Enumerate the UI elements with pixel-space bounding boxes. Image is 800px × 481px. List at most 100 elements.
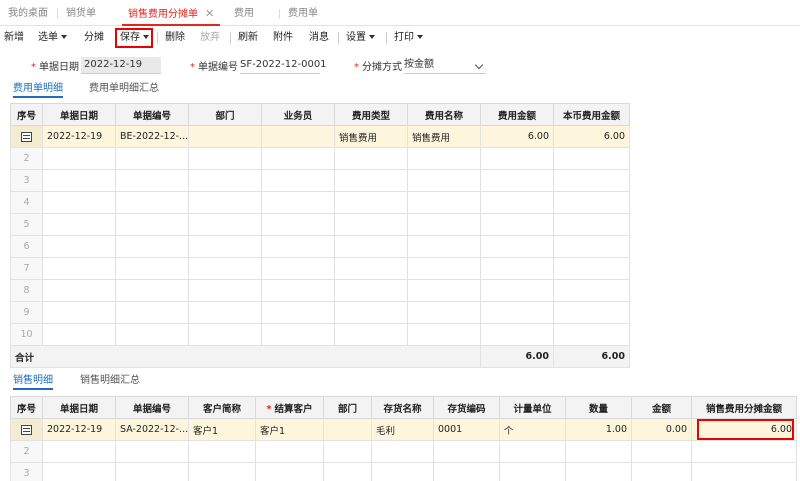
column-header[interactable]: 单据编号 (115, 396, 189, 419)
table-cell[interactable] (553, 257, 630, 280)
table-cell[interactable]: 0.00 (631, 418, 692, 441)
table-cell[interactable] (407, 169, 481, 192)
settings-button[interactable]: 设置 (346, 26, 375, 50)
table-cell[interactable] (407, 323, 481, 346)
table-cell[interactable] (553, 191, 630, 214)
table-cell[interactable] (433, 462, 500, 481)
table-cell[interactable]: 客户1 (255, 418, 324, 441)
table-cell[interactable] (188, 147, 262, 170)
table-cell[interactable] (255, 462, 324, 481)
table-cell[interactable] (631, 440, 692, 463)
table-cell[interactable] (480, 235, 554, 258)
table-cell[interactable] (334, 191, 408, 214)
table-cell[interactable]: 6.00 (480, 125, 554, 148)
table-row[interactable]: 2 (10, 440, 797, 463)
table-cell[interactable] (631, 462, 692, 481)
table-cell[interactable] (407, 235, 481, 258)
table-cell[interactable] (115, 440, 189, 463)
column-header[interactable]: 费用名称 (407, 103, 481, 126)
table-cell[interactable] (115, 235, 189, 258)
table-cell[interactable] (407, 191, 481, 214)
table-row[interactable]: 9 (10, 301, 630, 324)
table-cell[interactable] (407, 279, 481, 302)
table-cell[interactable] (115, 323, 189, 346)
table-cell[interactable]: 销售费用 (334, 125, 408, 148)
table-cell[interactable] (553, 169, 630, 192)
table-cell[interactable] (499, 440, 566, 463)
tab-expense-bill[interactable]: 费用单 (279, 0, 318, 26)
table-cell[interactable] (115, 301, 189, 324)
table-cell[interactable] (255, 440, 324, 463)
table-cell[interactable] (433, 440, 500, 463)
column-header[interactable]: 本币费用金额 (553, 103, 630, 126)
table-row[interactable]: 4 (10, 191, 630, 214)
table-cell[interactable] (261, 169, 335, 192)
table-cell[interactable] (334, 279, 408, 302)
table-cell[interactable] (42, 440, 116, 463)
table-cell[interactable] (188, 125, 262, 148)
table-cell[interactable] (42, 323, 116, 346)
allocation-method-select[interactable]: 按金额 (404, 57, 486, 73)
table-cell[interactable] (115, 257, 189, 280)
column-header[interactable]: 销售费用分摊金额 (691, 396, 797, 419)
table-cell[interactable] (407, 147, 481, 170)
delete-button[interactable]: 删除 (165, 26, 185, 50)
table-cell[interactable]: 6.00 (553, 125, 630, 148)
table-cell[interactable]: BE-2022-12-... (115, 125, 189, 148)
table-cell[interactable]: 1.00 (565, 418, 632, 441)
table-cell[interactable] (261, 257, 335, 280)
table-cell[interactable] (261, 301, 335, 324)
allocate-button[interactable]: 分摊 (84, 26, 104, 50)
table-cell[interactable] (334, 301, 408, 324)
table-cell[interactable] (371, 440, 434, 463)
table-cell[interactable] (323, 440, 372, 463)
tab-my-desktop[interactable]: 我的桌面 (8, 0, 48, 26)
table-cell[interactable] (42, 235, 116, 258)
select-bill-button[interactable]: 选单 (38, 26, 67, 50)
table-cell[interactable] (188, 213, 262, 236)
table-cell[interactable] (565, 440, 632, 463)
close-icon[interactable]: ✕ (205, 7, 214, 20)
table-cell[interactable] (42, 213, 116, 236)
table-cell[interactable] (323, 462, 372, 481)
table-row[interactable]: 5 (10, 213, 630, 236)
table-cell[interactable] (261, 213, 335, 236)
table-cell[interactable] (115, 462, 189, 481)
table-cell[interactable]: 2022-12-19 (42, 125, 116, 148)
table-cell[interactable] (115, 191, 189, 214)
table-cell[interactable] (42, 257, 116, 280)
table-cell[interactable] (407, 257, 481, 280)
table-cell[interactable] (42, 279, 116, 302)
table-cell[interactable] (188, 257, 262, 280)
table-cell[interactable] (553, 279, 630, 302)
table-cell[interactable] (188, 169, 262, 192)
table-cell[interactable] (480, 323, 554, 346)
table-cell[interactable] (407, 301, 481, 324)
table-cell[interactable]: 个 (499, 418, 566, 441)
table-cell[interactable] (480, 191, 554, 214)
column-header[interactable]: 数量 (565, 396, 632, 419)
message-button[interactable]: 消息 (309, 26, 329, 50)
table-cell[interactable] (407, 213, 481, 236)
table-cell[interactable] (499, 462, 566, 481)
table-cell[interactable] (480, 213, 554, 236)
table-cell[interactable] (188, 235, 262, 258)
table-cell[interactable] (565, 462, 632, 481)
table-cell[interactable] (188, 440, 256, 463)
table-cell[interactable] (42, 462, 116, 481)
tab-expense-summary[interactable]: 费用单明细汇总 (89, 82, 159, 98)
table-cell[interactable] (42, 169, 116, 192)
table-cell[interactable]: 0001 (433, 418, 500, 441)
table-cell[interactable] (42, 191, 116, 214)
table-cell[interactable] (115, 147, 189, 170)
column-header[interactable]: 费用金额 (480, 103, 554, 126)
table-cell[interactable] (334, 147, 408, 170)
table-cell[interactable] (261, 323, 335, 346)
table-cell[interactable]: SA-2022-12-... (115, 418, 189, 441)
table-row[interactable]: 7 (10, 257, 630, 280)
table-row[interactable]: 8 (10, 279, 630, 302)
table-cell[interactable] (334, 235, 408, 258)
table-cell[interactable] (323, 418, 372, 441)
table-cell[interactable] (115, 213, 189, 236)
table-cell[interactable] (480, 257, 554, 280)
